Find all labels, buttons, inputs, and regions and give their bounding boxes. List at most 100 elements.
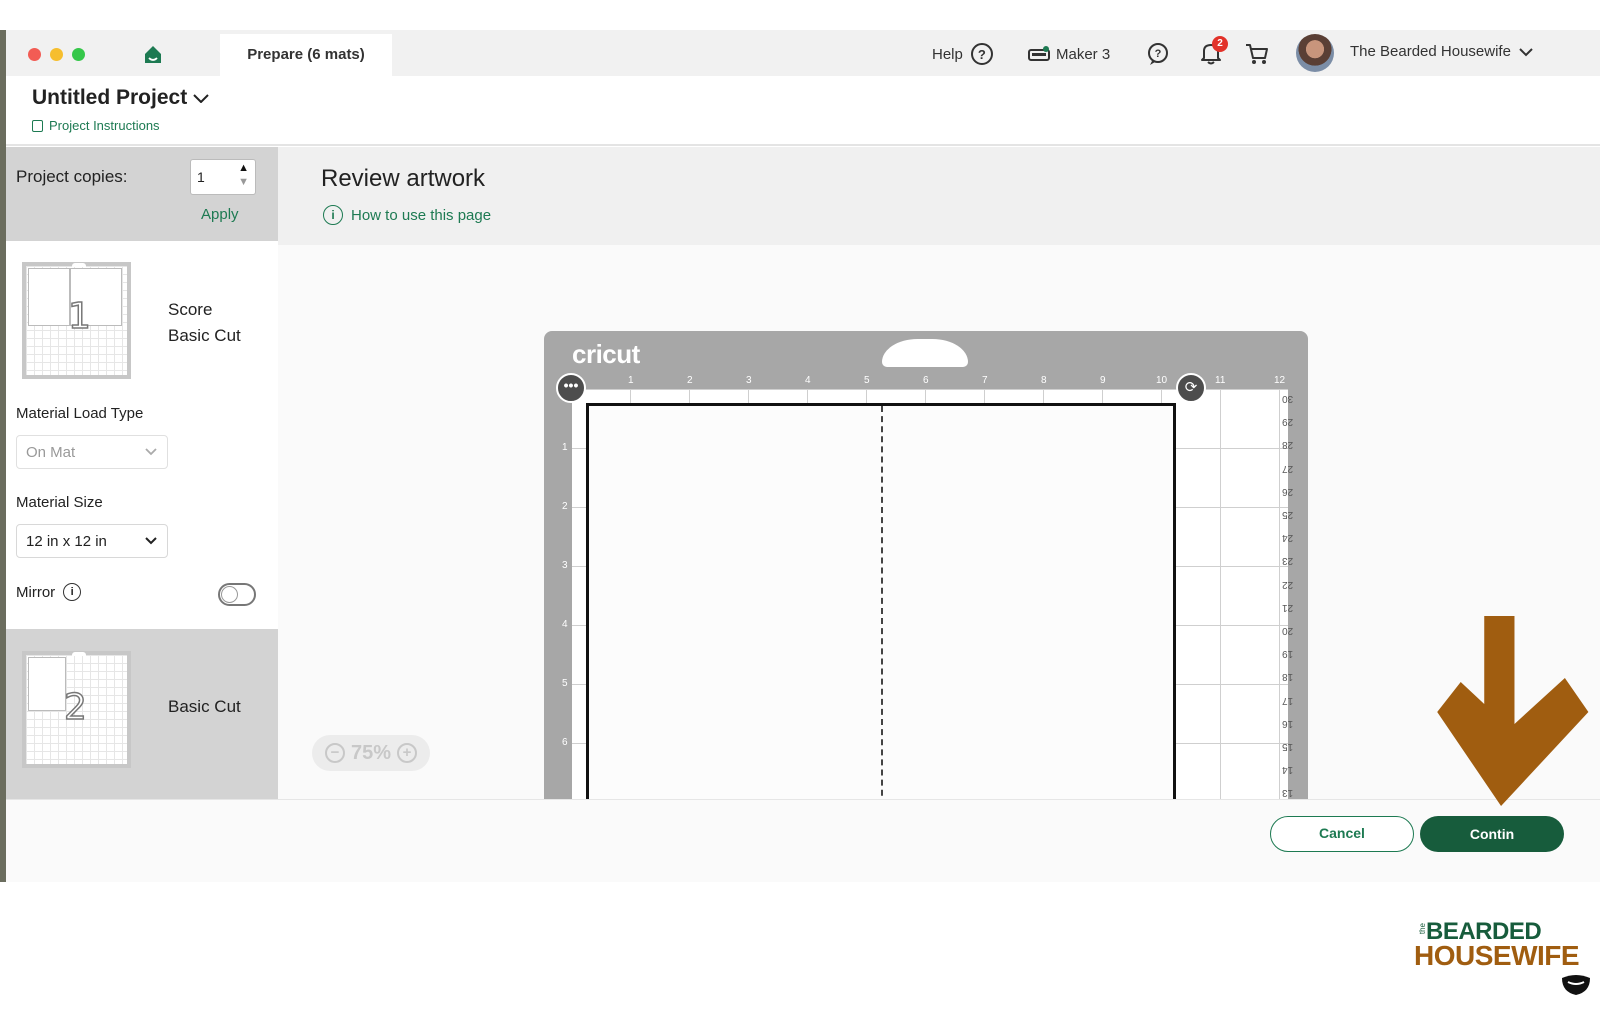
chevron-down-icon xyxy=(193,94,209,103)
tab-prepare[interactable]: Prepare (6 mats) xyxy=(220,34,392,76)
ruler-tick-top: 3 xyxy=(746,375,752,386)
machine-selector[interactable]: Maker 3 xyxy=(1028,42,1110,66)
how-to-use-label: How to use this page xyxy=(351,206,492,224)
zoom-control: − 75% + xyxy=(312,735,430,771)
mat-preview-area: Review artwork i How to use this page cr… xyxy=(278,147,1600,799)
footer-bar: Cancel Contin xyxy=(6,799,1600,882)
info-icon[interactable]: i xyxy=(63,583,82,601)
ruler-tick-right: 21 xyxy=(1282,601,1294,613)
mat-2-panel[interactable]: 2 Basic Cut xyxy=(6,629,278,799)
ruler-tick-top: 2 xyxy=(687,375,693,386)
ruler-tick-right: 23 xyxy=(1282,555,1294,567)
material-size-select[interactable]: 12 in x 12 in xyxy=(16,524,168,558)
mirror-row: Mirror i xyxy=(16,583,82,601)
mat-1-operations: Score Basic Cut xyxy=(168,297,241,349)
mirror-toggle[interactable] xyxy=(218,583,256,606)
ruler-tick-right: 30 xyxy=(1282,393,1294,404)
cart-icon[interactable] xyxy=(1244,41,1270,67)
material-load-type-select[interactable]: On Mat xyxy=(16,435,168,469)
mat-1-operation: Basic Cut xyxy=(168,326,241,345)
review-header: Review artwork i How to use this page xyxy=(278,147,1600,245)
mat-2-thumbnail[interactable]: 2 xyxy=(22,651,131,768)
ruler-tick-right: 15 xyxy=(1282,741,1294,752)
mat-2-operation: Basic Cut xyxy=(168,697,241,716)
machine-label: Maker 3 xyxy=(1056,45,1111,63)
mat-1-number: 1 xyxy=(67,295,91,338)
ruler-tick-top: 10 xyxy=(1156,375,1168,386)
material-load-type-label: Material Load Type xyxy=(16,405,144,422)
mat-1-thumbnail[interactable]: 1 xyxy=(22,262,131,379)
ruler-tick-right: 28 xyxy=(1282,439,1294,451)
ruler-tick-right: 25 xyxy=(1282,509,1294,520)
ruler-tick-left: 4 xyxy=(562,619,568,630)
brand-logo-line2: HOUSEWIFE xyxy=(1414,940,1580,971)
ruler-tick-right: 27 xyxy=(1282,462,1294,474)
arrow-down-icon xyxy=(1437,616,1589,806)
document-icon xyxy=(32,119,43,132)
app-window: Prepare (6 mats) Help ? Maker 3 ? 2 The … xyxy=(6,30,1600,882)
help-button[interactable]: Help ? xyxy=(932,42,993,66)
apply-button[interactable]: Apply xyxy=(201,206,239,223)
support-chat-icon[interactable]: ? xyxy=(1146,42,1170,66)
cancel-button[interactable]: Cancel xyxy=(1270,816,1414,852)
beard-icon xyxy=(1562,975,1590,995)
material-load-type-value: On Mat xyxy=(26,444,76,461)
chevron-down-icon xyxy=(1519,47,1533,56)
project-instructions-link[interactable]: Project Instructions xyxy=(32,118,160,133)
ruler-tick-left: 3 xyxy=(562,560,568,571)
continue-button[interactable]: Contin xyxy=(1420,816,1564,852)
project-copies-label: Project copies: xyxy=(16,167,128,186)
ruler-tick-top: 1 xyxy=(628,375,634,386)
notification-badge: 2 xyxy=(1212,36,1228,52)
mat-notch xyxy=(882,339,968,367)
zoom-in-icon[interactable]: + xyxy=(397,743,418,763)
user-avatar[interactable] xyxy=(1296,34,1334,72)
ruler-tick-right: 20 xyxy=(1282,625,1294,636)
ruler-tick-right: 13 xyxy=(1282,787,1294,799)
home-icon[interactable] xyxy=(142,43,164,65)
ruler-tick-left: 2 xyxy=(562,501,568,512)
ruler-tick-left: 5 xyxy=(562,678,568,689)
ruler-tick-top: 12 xyxy=(1274,375,1286,386)
project-title-menu[interactable]: Untitled Project xyxy=(32,86,209,110)
rotate-icon[interactable]: ⟳ xyxy=(1176,373,1206,403)
project-copies-value: 1 xyxy=(197,169,205,185)
ruler-tick-right: 29 xyxy=(1282,416,1294,428)
notifications-button[interactable]: 2 xyxy=(1198,36,1228,68)
window-minimize-button[interactable] xyxy=(50,48,63,61)
decrement-arrow-icon[interactable]: ▼ xyxy=(238,176,249,188)
cutting-mat: cricut 1 2 3 4 5 6 7 8 9 10 11 12 1 2 3 4 5 6 30 29 28 27 26 25… xyxy=(544,331,1308,799)
ruler-tick-right: 24 xyxy=(1282,532,1294,544)
mat-options-button[interactable]: ••• xyxy=(556,373,586,403)
material-size-label: Material Size xyxy=(16,494,103,511)
material-size-value: 12 in x 12 in xyxy=(26,533,107,550)
top-bar: Prepare (6 mats) Help ? Maker 3 ? 2 The … xyxy=(6,30,1600,76)
mat-sidebar: Project copies: 1 ▲ ▼ Apply 1 Score Basi… xyxy=(6,147,278,799)
user-menu[interactable]: The Bearded Housewife xyxy=(1350,43,1533,60)
mirror-label: Mirror xyxy=(16,583,56,601)
window-maximize-button[interactable] xyxy=(72,48,85,61)
question-icon: ? xyxy=(970,43,993,65)
window-close-button[interactable] xyxy=(28,48,41,61)
ruler-tick-top: 9 xyxy=(1100,375,1106,386)
bearded-housewife-logo: the BEARDED HOUSEWIFE xyxy=(1414,918,1594,998)
chevron-down-icon xyxy=(145,537,157,545)
ruler-tick-right: 22 xyxy=(1282,578,1294,590)
project-copies-input[interactable]: 1 ▲ ▼ xyxy=(190,159,256,195)
ruler-tick-top: 7 xyxy=(982,375,988,386)
zoom-out-icon[interactable]: − xyxy=(324,743,345,763)
cricut-logo: cricut xyxy=(572,339,640,369)
ruler-tick-top: 4 xyxy=(805,375,811,386)
artwork-piece[interactable] xyxy=(586,403,1176,799)
ruler-tick-right: 17 xyxy=(1282,694,1294,706)
ruler-tick-top: 8 xyxy=(1041,375,1047,386)
project-header: Untitled Project Project Instructions xyxy=(6,76,1600,146)
ruler-tick-right: 14 xyxy=(1282,764,1294,776)
ruler-tick-right: 18 xyxy=(1282,671,1294,683)
machine-icon xyxy=(1028,46,1050,61)
ruler-tick-top: 5 xyxy=(864,375,870,386)
how-to-use-link[interactable]: i How to use this page xyxy=(323,205,491,225)
increment-arrow-icon[interactable]: ▲ xyxy=(238,162,249,174)
ruler-tick-top: 11 xyxy=(1215,375,1226,386)
ruler-tick-right: 19 xyxy=(1282,648,1294,660)
